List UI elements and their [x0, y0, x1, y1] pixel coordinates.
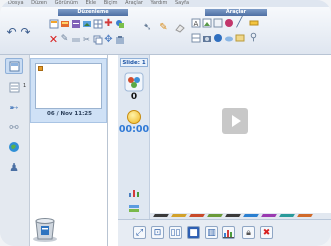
pen-yellow[interactable]: [171, 214, 187, 217]
link-icon[interactable]: ⚯: [5, 119, 23, 135]
pen-black[interactable]: [153, 214, 169, 217]
menu-item[interactable]: Dosya: [8, 0, 24, 6]
trash-icon[interactable]: [32, 213, 58, 243]
camera-icon[interactable]: [201, 32, 212, 43]
slide-badge: Slide: 1: [120, 58, 148, 67]
menu-item[interactable]: Biçim: [104, 0, 118, 6]
slide-thumbnail-caption: 06 / Nov 11:25: [47, 111, 92, 117]
fullscreen-icon[interactable]: ⤢: [133, 226, 146, 239]
slide-number: 1: [23, 83, 27, 89]
eraser-icon[interactable]: [174, 22, 185, 33]
cut-icon[interactable]: ✂: [81, 34, 92, 45]
template-icon[interactable]: [59, 18, 70, 29]
menu-item[interactable]: Ekle: [86, 0, 97, 6]
play-button[interactable]: [222, 108, 248, 134]
menu-item[interactable]: Düzen: [31, 0, 47, 6]
pen-blue[interactable]: [243, 214, 259, 217]
cloud-icon[interactable]: [223, 32, 234, 43]
lock-icon[interactable]: 🔒︎: [242, 226, 255, 239]
dual-view-icon[interactable]: ▯▯: [169, 226, 182, 239]
undo-icon[interactable]: ↶: [6, 26, 17, 38]
svg-text:A: A: [193, 20, 198, 28]
slide-thumbnails-panel: 1 06 / Nov 11:25: [23, 55, 108, 246]
highlighter-icon[interactable]: [248, 17, 259, 28]
ink-icon[interactable]: [223, 17, 234, 28]
layers-icon[interactable]: [128, 199, 140, 212]
table-icon[interactable]: [190, 32, 201, 43]
users-icon[interactable]: ♟: [5, 159, 23, 175]
slide-thumbnail[interactable]: 06 / Nov 11:25: [30, 58, 107, 123]
menu-bar: Dosya Düzen Görünüm Ekle Biçim Araçlar Y…: [0, 0, 331, 7]
copy-icon[interactable]: [92, 34, 103, 45]
pointer-icon[interactable]: ➷: [142, 22, 153, 33]
ribbon-group-edit-title: Düzenleme: [58, 9, 128, 16]
palette-icon[interactable]: [234, 32, 245, 43]
slide-marker-icon: [38, 66, 43, 71]
text-icon[interactable]: [70, 34, 81, 45]
bottom-toolbar: ⤢ ⊡ ▯▯ ■ ▥ 🔒︎ ✖: [118, 219, 331, 246]
shapes-icon[interactable]: [114, 18, 125, 29]
pen-icon[interactable]: ✎: [59, 34, 70, 45]
pencil-icon[interactable]: ✎: [158, 22, 169, 33]
sidebar-toggle-icon[interactable]: ▥: [205, 226, 218, 239]
grid-icon[interactable]: [92, 18, 103, 29]
image-icon[interactable]: [81, 18, 92, 29]
pen-orange[interactable]: [297, 214, 313, 217]
pen-purple[interactable]: [261, 214, 277, 217]
close-icon[interactable]: ✖: [260, 226, 273, 239]
bar-chart-icon[interactable]: [222, 226, 235, 239]
image-insert-icon[interactable]: [201, 17, 212, 28]
line-icon[interactable]: ╱: [234, 17, 245, 28]
pen-teal[interactable]: [279, 214, 295, 217]
animation-icon[interactable]: ➸: [5, 99, 23, 115]
slides-view-icon[interactable]: [5, 58, 23, 74]
text-box-icon[interactable]: A: [190, 17, 201, 28]
ribbon-toolbar: Düzenleme Araçlar ↶ ↷ ✚ ✕ ✎ ✂ ✥ ➷ ✎ A ╱: [0, 7, 331, 55]
app-window: Dosya Düzen Görünüm Ekle Biçim Araçlar Y…: [0, 0, 331, 246]
menu-item[interactable]: Araçlar: [125, 0, 143, 6]
timer-value: 00:00: [118, 124, 150, 135]
slide-control-strip: Slide: 1 0 00:00: [118, 55, 150, 228]
menu-item[interactable]: Yardım: [151, 0, 168, 6]
chart-small-icon[interactable]: [128, 183, 140, 197]
play-icon: [232, 115, 241, 127]
frame-icon[interactable]: [212, 17, 223, 28]
layout-icon[interactable]: [70, 18, 81, 29]
stop-icon[interactable]: ■: [187, 226, 200, 239]
new-slide-icon[interactable]: [48, 18, 59, 29]
slide-thumbnail-image: [35, 63, 102, 109]
paste-icon[interactable]: [114, 34, 125, 45]
globe-icon[interactable]: [5, 139, 23, 155]
participants-icon[interactable]: [124, 72, 144, 92]
timer-icon[interactable]: [127, 110, 141, 124]
pen-green[interactable]: [207, 214, 223, 217]
media-icon[interactable]: [212, 32, 223, 43]
ribbon-group-tools-title: Araçlar: [205, 9, 267, 16]
redo-icon[interactable]: ↷: [20, 26, 31, 38]
add-icon[interactable]: ✚: [103, 18, 114, 29]
pen-dark[interactable]: [225, 214, 241, 217]
pen-red[interactable]: [189, 214, 205, 217]
outline-view-icon[interactable]: [5, 79, 23, 95]
move-icon[interactable]: ✥: [103, 34, 114, 45]
zoom-icon[interactable]: ⊡: [151, 226, 164, 239]
delete-icon[interactable]: ✕: [48, 34, 59, 45]
menu-item[interactable]: Görünüm: [55, 0, 78, 6]
menu-item[interactable]: Sayfa: [175, 0, 189, 6]
counter-value: 0: [130, 92, 138, 102]
compass-icon[interactable]: ⚲: [248, 32, 259, 43]
